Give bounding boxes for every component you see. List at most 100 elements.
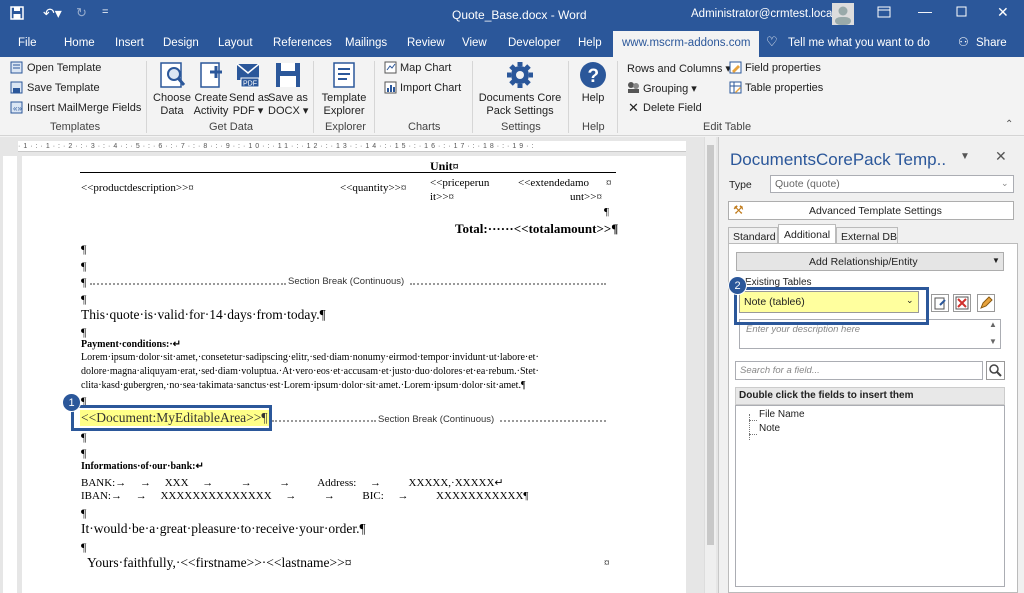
fields-header: Double click the fields to insert them bbox=[735, 387, 1005, 405]
pencil-icon[interactable] bbox=[977, 294, 995, 312]
save-icon[interactable] bbox=[10, 6, 24, 23]
delete-table-icon[interactable] bbox=[953, 294, 971, 312]
pilcrow: ¶ bbox=[81, 325, 87, 339]
choose-data-button[interactable]: Choose Data bbox=[151, 60, 193, 118]
row-end-mark: ¤ bbox=[604, 557, 610, 569]
group-explorer-label: Explorer bbox=[325, 121, 366, 133]
add-relationship-button[interactable]: Add Relationship/Entity ▼ bbox=[736, 252, 1004, 271]
field-tree[interactable]: File Name Note bbox=[735, 405, 1005, 587]
tab-standard[interactable]: Standard bbox=[728, 227, 778, 244]
documents-core-settings-button[interactable]: Documents Core Pack Settings bbox=[478, 60, 562, 118]
total-line: Total:······<<totalamount>>¶ bbox=[455, 221, 619, 236]
ribbon-display-icon[interactable] bbox=[877, 6, 891, 21]
pilcrow: ¶ bbox=[81, 259, 87, 273]
tab-mscrm-addons[interactable]: www.mscrm-addons.com bbox=[613, 31, 760, 57]
import-chart-icon bbox=[384, 81, 397, 97]
tab-design[interactable]: Design bbox=[163, 37, 199, 49]
tab-help[interactable]: Help bbox=[578, 37, 602, 49]
extendedamount-field-1: <<extendedamo bbox=[518, 177, 590, 189]
scrollbar-thumb[interactable] bbox=[707, 145, 714, 545]
save-template-button[interactable]: Save Template bbox=[27, 82, 100, 94]
document-page[interactable]: Unit¤ <<productdescription>>¤ <<quantity… bbox=[22, 156, 686, 593]
step-badge-1: 1 bbox=[62, 393, 81, 412]
pilcrow: ¶ bbox=[81, 275, 87, 289]
tree-item-note[interactable]: Note bbox=[759, 423, 780, 434]
save-as-docx-button[interactable]: Save as DOCX ▾ bbox=[268, 60, 308, 118]
create-activity-icon bbox=[195, 60, 227, 90]
type-select[interactable]: Quote (quote) ⌄ bbox=[770, 175, 1014, 193]
tree-item-file-name[interactable]: File Name bbox=[759, 409, 805, 420]
title-bar: ↶▾ ↻ = Quote_Base.docx - Word Administra… bbox=[0, 0, 1024, 31]
svg-text:«»: «» bbox=[13, 104, 22, 113]
tab-additional[interactable]: Additional bbox=[778, 224, 836, 244]
lightbulb-icon: ♡ bbox=[766, 34, 778, 49]
tab-file[interactable]: File bbox=[18, 37, 37, 49]
lorem-line-2: dolore·magna·aliquyam·erat,·sed·diam·vol… bbox=[81, 366, 539, 377]
open-template-button[interactable]: Open Template bbox=[27, 62, 101, 74]
quantity-field: <<quantity>>¤ bbox=[340, 182, 407, 194]
type-label: Type bbox=[729, 179, 752, 191]
insert-mailmerge-button[interactable]: Insert MailMerge Fields bbox=[27, 102, 141, 114]
tell-me-search[interactable]: Tell me what you want to do bbox=[788, 37, 930, 49]
chevron-down-icon: ⌄ bbox=[1001, 178, 1009, 188]
tab-insert[interactable]: Insert bbox=[115, 37, 144, 49]
advanced-template-settings-button[interactable]: ⚒ Advanced Template Settings bbox=[728, 201, 1014, 220]
fields-header-label: Double click the fields to insert them bbox=[739, 390, 914, 401]
delete-field-button[interactable]: Delete Field bbox=[643, 102, 702, 114]
scroll-down-icon[interactable]: ▼ bbox=[989, 337, 997, 346]
maximize-icon[interactable] bbox=[956, 6, 967, 20]
choose-data-label: Choose Data bbox=[153, 92, 191, 117]
lorem-line-1: Lorem·ipsum·dolor·sit·amet,·consetetur·s… bbox=[81, 352, 539, 363]
pane-close-icon[interactable]: ✕ bbox=[995, 148, 1007, 165]
tab-references[interactable]: References bbox=[273, 37, 332, 49]
user-name[interactable]: Administrator@crmtest.local bbox=[691, 8, 835, 20]
avatar[interactable] bbox=[832, 3, 854, 25]
advanced-label: Advanced Template Settings bbox=[809, 205, 942, 217]
tab-developer[interactable]: Developer bbox=[508, 37, 560, 49]
tab-view[interactable]: View bbox=[462, 37, 487, 49]
tab-mailings[interactable]: Mailings bbox=[345, 37, 387, 49]
redo-icon[interactable]: ↻ bbox=[76, 5, 87, 21]
vertical-ruler[interactable] bbox=[3, 156, 17, 593]
customize-qat-icon[interactable]: = bbox=[102, 6, 108, 18]
help-button[interactable]: ? Help bbox=[575, 60, 611, 105]
help-icon: ? bbox=[577, 60, 609, 90]
mailmerge-icon: «» bbox=[10, 101, 23, 117]
search-icon[interactable] bbox=[986, 361, 1005, 380]
minimize-icon[interactable]: — bbox=[918, 3, 932, 19]
template-explorer-button[interactable]: Template Explorer bbox=[320, 60, 368, 118]
documents-core-pack-pane: DocumentsCorePack Temp.. ▼ ✕ Type Quote … bbox=[718, 137, 1024, 593]
tab-home[interactable]: Home bbox=[64, 37, 95, 49]
grouping-button[interactable]: Grouping ▾ bbox=[643, 82, 697, 95]
tab-review[interactable]: Review bbox=[407, 37, 445, 49]
table-properties-button[interactable]: Table properties bbox=[745, 82, 823, 94]
undo-icon[interactable]: ↶▾ bbox=[43, 5, 62, 22]
edit-table-icon[interactable] bbox=[931, 294, 949, 312]
scroll-up-icon[interactable]: ▲ bbox=[989, 320, 997, 329]
field-properties-button[interactable]: Field properties bbox=[745, 62, 821, 74]
tab-layout[interactable]: Layout bbox=[218, 37, 253, 49]
rows-and-columns-button[interactable]: Rows and Columns ▾ bbox=[627, 62, 731, 75]
map-chart-button[interactable]: Map Chart bbox=[400, 62, 451, 74]
step-badge-2: 2 bbox=[728, 276, 747, 295]
description-placeholder: Enter your description here bbox=[746, 324, 861, 335]
send-as-pdf-button[interactable]: PDF Send as PDF ▾ bbox=[229, 60, 269, 118]
import-chart-button[interactable]: Import Chart bbox=[400, 82, 461, 94]
delete-x-icon: ✕ bbox=[628, 100, 639, 115]
iban-row: IBAN:→ → XXXXXXXXXXXXXX → → BIC: → XXXXX… bbox=[81, 490, 529, 502]
share-button[interactable]: Share bbox=[976, 37, 1007, 49]
pilcrow: ¶ bbox=[81, 540, 87, 554]
horizontal-ruler[interactable]: ·1·:·1·:·2·:·3·:·4·:·5·:·6·:·7·:·8·:·9·:… bbox=[18, 141, 686, 152]
document-scrollbar[interactable] bbox=[704, 137, 716, 593]
close-icon[interactable]: ✕ bbox=[997, 4, 1009, 21]
extendedamount-field-2: unt>>¤ bbox=[570, 191, 602, 203]
group-edit-table-label: Edit Table bbox=[703, 121, 752, 133]
pane-options-icon[interactable]: ▼ bbox=[960, 151, 970, 162]
tab-additional-label: Additional bbox=[784, 229, 831, 241]
field-search-input[interactable]: Search for a field... bbox=[735, 361, 983, 380]
tab-external-db[interactable]: External DB bbox=[836, 227, 898, 244]
create-activity-button[interactable]: Create Activity bbox=[192, 60, 230, 118]
highlight-editable-area bbox=[71, 405, 272, 431]
bank-row: BANK:→ → XXX → → → Address: → XXXXX,·XXX… bbox=[81, 477, 504, 489]
collapse-ribbon-icon[interactable]: ⌃ bbox=[1005, 119, 1013, 130]
